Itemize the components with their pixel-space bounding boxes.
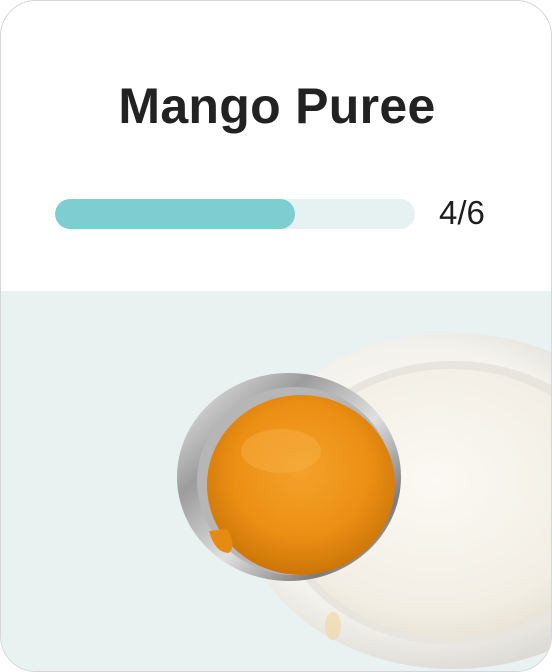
mango-puree-photo xyxy=(177,333,551,669)
ingredient-title: Mango Puree xyxy=(118,78,436,134)
ingredient-photo-area xyxy=(1,291,551,671)
ingredient-card: Mango Puree 4/6 xyxy=(0,0,552,672)
progress-bar-fill xyxy=(55,199,295,229)
progress-bar xyxy=(55,199,415,229)
progress-count: 4/6 xyxy=(439,194,485,231)
